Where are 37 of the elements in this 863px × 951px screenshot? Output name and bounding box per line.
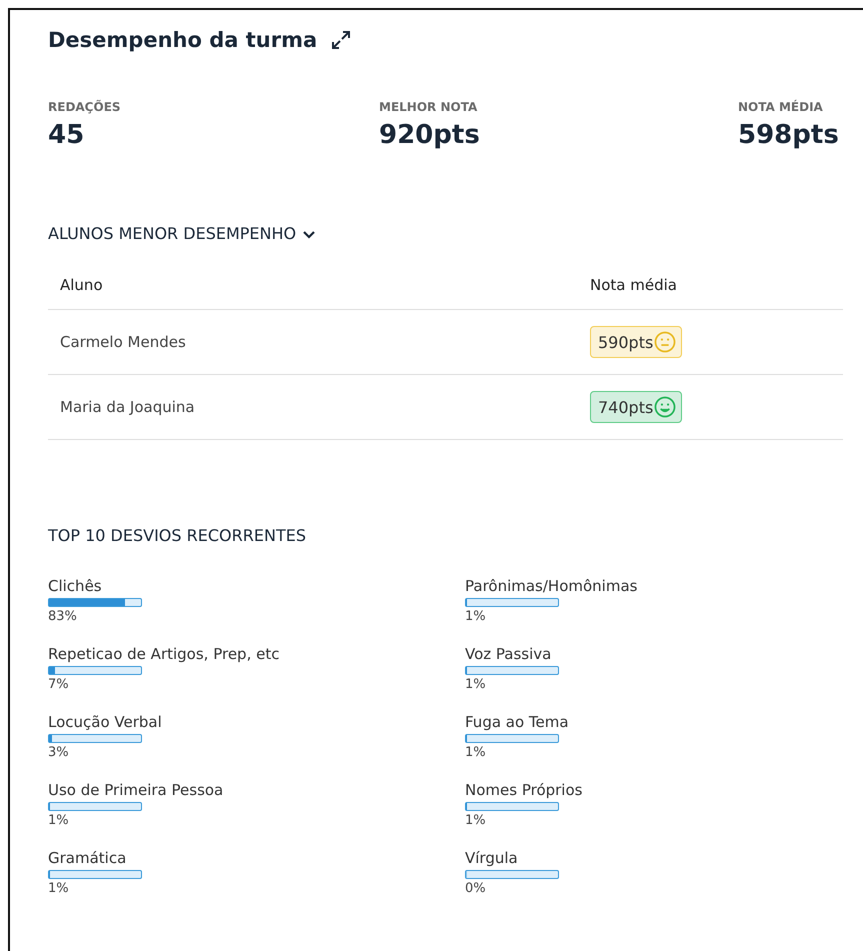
deviation-label: Clichês — [48, 577, 102, 595]
stat-value: 598pts — [738, 120, 840, 150]
column-header: Nota média — [590, 276, 677, 294]
neutral-face-icon — [654, 331, 676, 353]
student-name: Maria da Joaquina — [60, 398, 196, 416]
stat-label: NOTA MÉDIA — [738, 100, 824, 114]
smiley-icon — [654, 396, 676, 418]
deviation-percent: 1% — [48, 813, 69, 828]
stat-value: 45 — [48, 120, 86, 150]
deviation-label: Locução Verbal — [48, 713, 162, 731]
deviation-percent: 3% — [48, 745, 69, 760]
deviation-label: Vírgula — [465, 849, 518, 867]
score-badge: 740pts — [590, 391, 682, 423]
deviation-percent: 83% — [48, 609, 77, 624]
panel-title: Desempenho da turma — [48, 28, 318, 52]
deviation-label: Repeticao de Artigos, Prep, etc — [48, 645, 280, 663]
deviation-label: Fuga ao Tema — [465, 713, 569, 731]
deviation-percent: 0% — [465, 881, 486, 896]
deviation-percent: 1% — [465, 609, 486, 624]
deviation-label: Nomes Próprios — [465, 781, 582, 799]
deviation-label: Parônimas/Homônimas — [465, 577, 638, 595]
stat-label: MELHOR NOTA — [379, 100, 478, 114]
column-header: Aluno — [60, 276, 104, 294]
deviation-percent: 1% — [465, 813, 486, 828]
student-name: Carmelo Mendes — [60, 333, 187, 351]
section-title: ALUNOS MENOR DESEMPENHO — [48, 224, 296, 243]
deviation-label: Voz Passiva — [465, 645, 552, 663]
deviation-percent: 7% — [48, 677, 69, 692]
deviation-label: Gramática — [48, 849, 126, 867]
stat-label: REDAÇÕES — [48, 100, 122, 114]
deviation-percent: 1% — [465, 745, 486, 760]
stat-value: 920pts — [379, 120, 481, 150]
deviation-percent: 1% — [48, 881, 69, 896]
section-title: TOP 10 DESVIOS RECORRENTES — [48, 526, 306, 545]
score-badge: 590pts — [590, 326, 682, 358]
deviation-percent: 1% — [465, 677, 486, 692]
deviation-label: Uso de Primeira Pessoa — [48, 781, 224, 799]
